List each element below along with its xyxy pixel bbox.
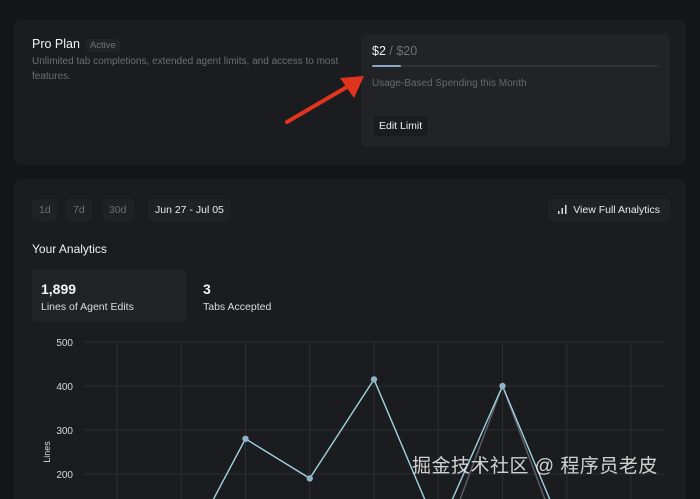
watermark: 掘金技术社区 @ 程序员老皮 [412, 456, 658, 477]
series-line-segment [309, 378, 375, 480]
lines-chart: 500 400 300 200 Lines [42, 338, 664, 499]
data-point [499, 382, 506, 390]
series-line-segment [373, 378, 426, 499]
y-axis-label: Lines [42, 441, 52, 463]
y-tick-label: 500 [56, 338, 73, 349]
series-line-segment [212, 438, 247, 499]
series-line-segment [451, 385, 504, 499]
y-tick-label: 200 [56, 470, 73, 481]
series-line-segment [244, 438, 311, 480]
y-tick-label: 400 [56, 382, 73, 393]
data-point [306, 475, 313, 482]
series-line-segment [501, 385, 551, 499]
data-point [242, 435, 249, 442]
y-tick-label: 300 [56, 426, 73, 437]
data-point [370, 376, 378, 383]
series-line-segment [459, 385, 504, 499]
